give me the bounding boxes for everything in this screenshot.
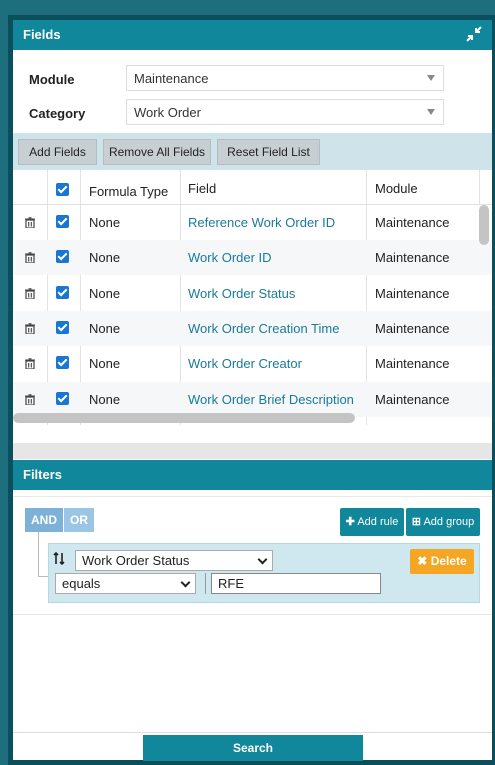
- rule-operator-select[interactable]: equals: [55, 573, 196, 594]
- delete-rule-button[interactable]: ✖ Delete: [410, 549, 474, 574]
- fields-title: Fields: [23, 27, 61, 42]
- field-link[interactable]: Work Order Brief Description: [188, 392, 354, 407]
- vertical-scrollbar[interactable]: [479, 205, 489, 245]
- query-builder-content: Fields Module Maintenance Category Work …: [13, 20, 492, 761]
- add-fields-button[interactable]: Add Fields: [18, 139, 97, 165]
- row-checkbox[interactable]: [56, 215, 69, 228]
- select-all-checkbox[interactable]: [56, 183, 69, 196]
- add-group-button[interactable]: ⊞ Add group: [406, 508, 480, 536]
- delete-label: Delete: [430, 554, 467, 568]
- formula-type-cell: None: [89, 320, 121, 336]
- formula-type-cell: None: [89, 215, 121, 230]
- module-cell: Maintenance: [375, 250, 450, 266]
- panel-divider: [13, 443, 492, 459]
- trash-icon[interactable]: [25, 323, 35, 334]
- fields-table: Formula Type Field Module None Reference …: [13, 170, 492, 425]
- row-checkbox[interactable]: [56, 250, 69, 264]
- chevron-down-icon: [180, 577, 191, 588]
- formula-type-cell: None: [89, 391, 121, 407]
- module-cell: Maintenance: [375, 215, 450, 230]
- module-cell: Maintenance: [375, 391, 450, 407]
- footer-divider: [13, 732, 492, 733]
- table-row: None Work Order Brief Description Maintena…: [13, 381, 492, 417]
- rule-field-value: Work Order Status: [82, 553, 190, 568]
- header-field: Field: [188, 181, 217, 196]
- table-row: None Reference Work Order ID Maintenance: [13, 205, 492, 240]
- header-formula-type: Formula Type: [89, 184, 169, 199]
- plus-square-icon: ⊞: [411, 516, 421, 528]
- remove-all-fields-button[interactable]: Remove All Fields: [103, 139, 211, 165]
- module-cell: Maintenance: [375, 356, 450, 372]
- category-select-value: Work Order: [134, 105, 201, 120]
- tree-connector: [38, 532, 39, 577]
- fields-header: Fields: [13, 20, 492, 50]
- formula-type-cell: None: [89, 250, 121, 266]
- drag-sort-icon[interactable]: [53, 552, 65, 565]
- trash-icon[interactable]: [25, 217, 35, 228]
- filters-header: Filters: [13, 460, 492, 490]
- trash-icon[interactable]: [25, 358, 35, 370]
- category-select[interactable]: Work Order: [126, 99, 444, 125]
- trash-icon[interactable]: [25, 252, 35, 264]
- field-link[interactable]: Work Order Creation Time: [188, 321, 339, 336]
- column-divider: [479, 170, 480, 205]
- trash-icon[interactable]: [25, 393, 35, 405]
- close-icon: ✖: [417, 554, 428, 568]
- field-link[interactable]: Work Order Status: [188, 286, 295, 301]
- row-checkbox[interactable]: [56, 320, 69, 334]
- fields-toolbar: Add Fields Remove All Fields Reset Field…: [13, 133, 492, 170]
- module-label: Module: [29, 72, 75, 87]
- field-link[interactable]: Reference Work Order ID: [188, 215, 335, 230]
- query-builder-window: Fields Module Maintenance Category Work …: [8, 15, 495, 765]
- formula-type-cell: None: [89, 356, 121, 372]
- search-button[interactable]: Search: [143, 735, 363, 761]
- trash-icon[interactable]: [25, 287, 35, 299]
- plus-icon: ✚: [345, 516, 355, 528]
- add-group-label: Add group: [423, 516, 475, 528]
- rule-operator-value: equals: [62, 576, 101, 591]
- and-toggle-button[interactable]: AND: [25, 508, 63, 532]
- rule-field-select[interactable]: Work Order Status: [75, 550, 273, 571]
- row-checkbox[interactable]: [56, 285, 69, 299]
- module-cell: Maintenance: [375, 285, 450, 301]
- category-label: Category: [29, 106, 86, 121]
- table-row: None Work Order Creator Maintenance: [13, 346, 492, 381]
- row-checkbox[interactable]: [56, 391, 69, 405]
- table-row: None Work Order ID Maintenance: [13, 240, 492, 276]
- caret-down-icon: [427, 75, 435, 81]
- field-link[interactable]: Work Order Creator: [188, 356, 302, 371]
- module-cell: Maintenance: [375, 320, 450, 336]
- rule-value-text: RFE: [218, 576, 244, 591]
- chevron-down-icon: [257, 554, 268, 565]
- module-select-value: Maintenance: [134, 71, 209, 86]
- row-checkbox[interactable]: [56, 356, 69, 370]
- horizontal-scrollbar[interactable]: [13, 413, 355, 423]
- formula-type-cell: None: [89, 285, 121, 301]
- rule-value-input[interactable]: RFE: [211, 573, 381, 594]
- add-rule-button[interactable]: ✚ Add rule: [340, 508, 404, 536]
- collapse-icon[interactable]: [466, 26, 482, 42]
- header-module: Module: [375, 181, 418, 196]
- reset-field-list-button[interactable]: Reset Field List: [217, 139, 320, 165]
- table-row: None Work Order Creation Time Maintenance: [13, 310, 492, 346]
- filters-title: Filters: [23, 467, 63, 482]
- table-row: None Work Order Status Maintenance: [13, 276, 492, 311]
- or-toggle-button[interactable]: OR: [64, 508, 94, 532]
- caret-down-icon: [427, 109, 435, 115]
- add-rule-label: Add rule: [357, 516, 399, 528]
- table-header: Formula Type Field Module: [13, 170, 492, 205]
- module-select[interactable]: Maintenance: [126, 65, 444, 91]
- field-divider: [205, 573, 206, 594]
- field-link[interactable]: Work Order ID: [188, 250, 272, 265]
